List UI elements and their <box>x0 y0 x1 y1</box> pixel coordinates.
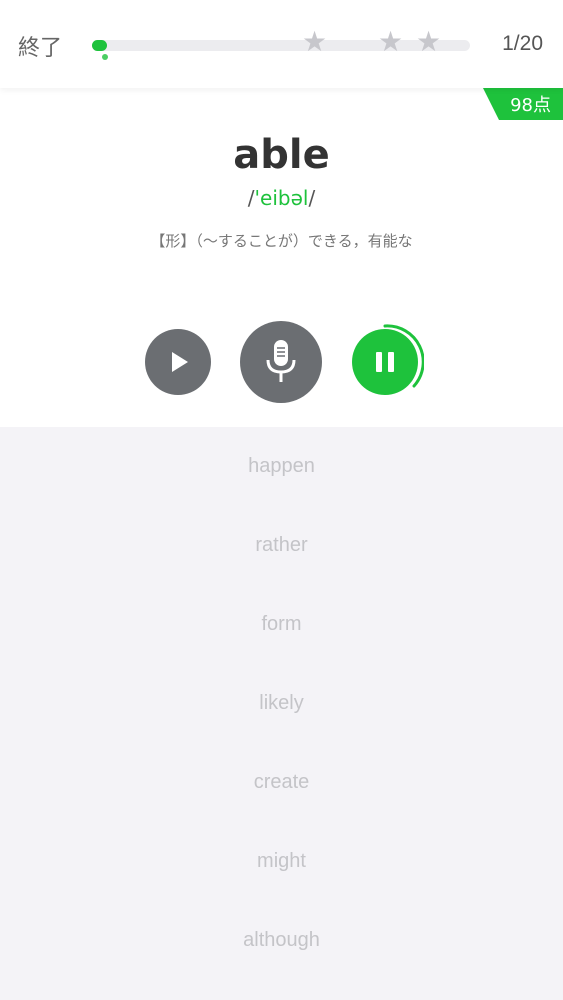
list-item[interactable]: form <box>0 585 563 664</box>
progress-marker <box>102 54 108 60</box>
phonetic: /'eibəl/ <box>0 186 563 210</box>
progress-counter: 1/20 <box>502 32 543 55</box>
list-item[interactable]: likely <box>0 664 563 743</box>
word-title: able <box>233 132 330 178</box>
pause-icon <box>376 352 394 372</box>
record-button[interactable] <box>240 321 322 403</box>
list-item[interactable]: create <box>0 743 563 822</box>
play-button[interactable] <box>145 329 211 395</box>
microphone-icon <box>266 340 296 382</box>
list-item[interactable]: rather <box>0 506 563 585</box>
list-item[interactable]: might <box>0 822 563 901</box>
phonetic-core: 'eibəl <box>254 186 309 210</box>
word-meaning: 【形】（～することが）できる，有能な <box>150 232 413 250</box>
star-icon: ★ <box>416 26 442 57</box>
star-icon: ★ <box>378 26 404 57</box>
phonetic-prefix: / <box>247 186 255 210</box>
phonetic-suffix: / <box>308 186 316 210</box>
word-list: happen rather form likely create might althoug… <box>0 427 563 980</box>
star-icon: ★ <box>302 26 328 57</box>
score-badge: 98点 <box>483 88 563 120</box>
pause-button[interactable] <box>352 329 418 395</box>
list-item[interactable]: although <box>0 901 563 980</box>
play-icon <box>172 352 188 372</box>
top-bar: 終了 ★ ★ ★ 1/20 <box>0 0 563 88</box>
word-card: 98点 able /'eibəl/ 【形】（～することが）できる，有能な <box>0 88 563 427</box>
progress-fill <box>92 40 108 51</box>
progress-bar <box>92 40 470 51</box>
quit-button[interactable]: 終了 <box>18 30 62 62</box>
list-item[interactable]: happen <box>0 427 563 506</box>
